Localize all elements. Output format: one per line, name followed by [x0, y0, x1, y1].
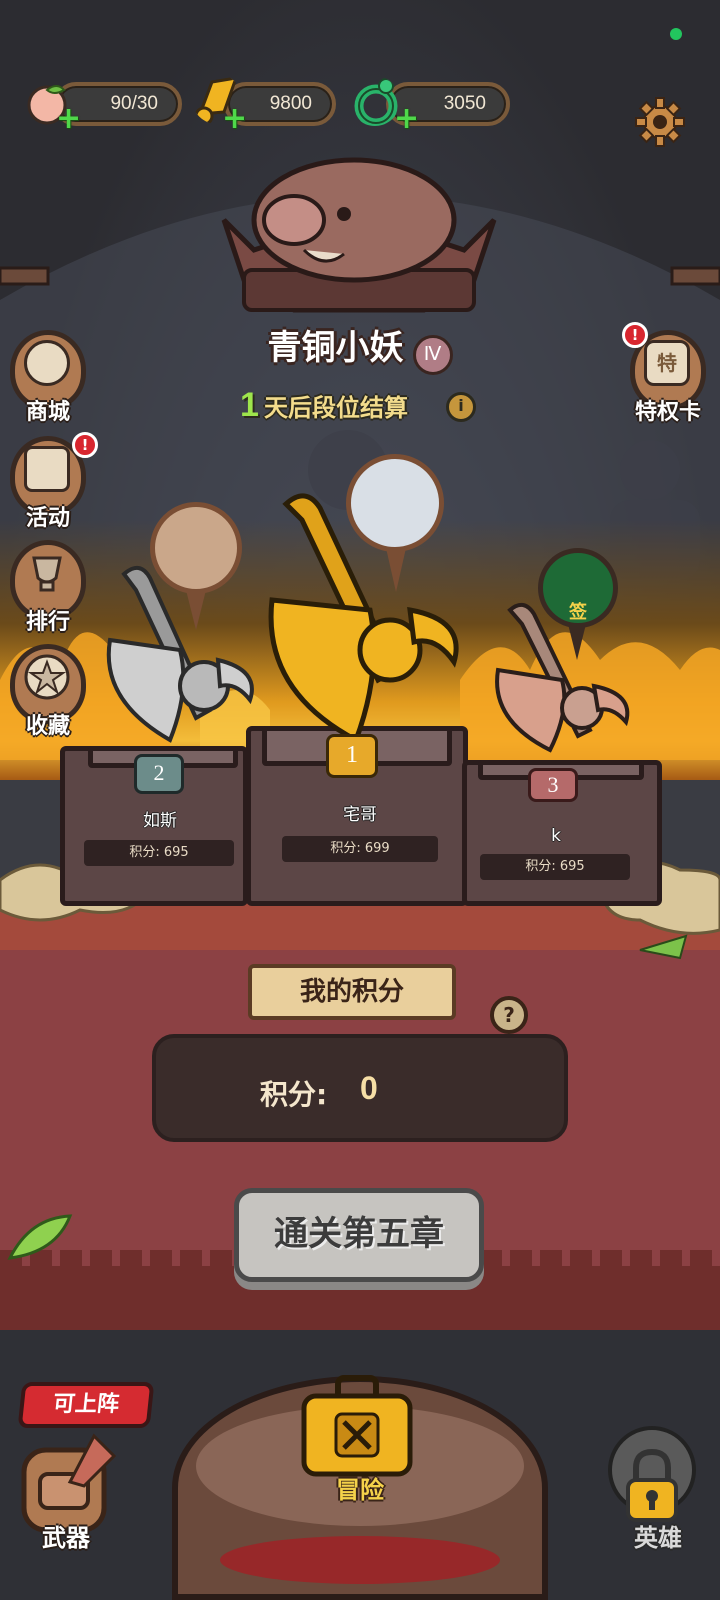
star-icon — [24, 654, 70, 700]
shop-icon — [24, 340, 70, 386]
add-stamina-button[interactable]: + — [56, 104, 81, 134]
player-3-name: k — [551, 826, 561, 846]
gold-value: 9800 — [269, 93, 312, 114]
drum-glow — [220, 1536, 500, 1584]
hero-label[interactable]: 英雄 — [616, 1518, 700, 1553]
my-score-banner: 我的积分 — [248, 964, 456, 1020]
privilege-card-alert-badge: ! — [622, 322, 648, 348]
boar-rank-emblem — [221, 157, 497, 313]
events-label: 活动 — [25, 506, 70, 531]
jade-dragon-icon — [354, 78, 398, 126]
rank-title: 青铜小妖 Ⅳ — [200, 320, 520, 375]
adventure-label[interactable]: 冒险 — [318, 1470, 402, 1505]
deployable-label: 可上阵 — [51, 1392, 121, 1417]
leaderboard-button[interactable]: 排行 — [6, 540, 90, 636]
player-2-score: 积分: 695 — [84, 840, 234, 866]
player-2-avatar[interactable] — [150, 502, 242, 594]
shop-button[interactable]: 商城 — [6, 330, 90, 426]
season-info-icon[interactable]: i — [446, 392, 476, 422]
my-score-value: 0 — [360, 1070, 378, 1106]
jade-value: 3050 — [443, 93, 486, 114]
deployable-badge: 可上阵 — [17, 1382, 155, 1428]
clear-chapter-button[interactable]: 通关第五章 — [234, 1188, 484, 1282]
player-2-name: 如斯 — [143, 811, 177, 831]
rank-2-badge: 2 — [134, 754, 184, 794]
collection-label: 收藏 — [25, 714, 70, 739]
stamina-value: 90/30 — [110, 93, 158, 114]
my-score-title: 我的积分 — [299, 977, 404, 1007]
player-3-pin — [568, 624, 586, 660]
player-1-avatar[interactable] — [346, 454, 444, 552]
collection-button[interactable]: 收藏 — [6, 644, 90, 740]
my-score-label: 积分: — [260, 1078, 328, 1111]
shop-label: 商城 — [25, 400, 70, 425]
player-1-pin — [386, 548, 406, 592]
leaderboard-label: 排行 — [25, 610, 70, 635]
privilege-card-label: 特权卡 — [634, 400, 701, 425]
events-alert-badge: ! — [72, 432, 98, 458]
add-jade-button[interactable]: + — [394, 104, 419, 134]
rank-3-badge: 3 — [528, 768, 578, 802]
privilege-card-icon: 特 — [644, 340, 690, 386]
status-indicator — [670, 28, 682, 40]
player-2-pin — [186, 590, 206, 630]
briefcase-icon[interactable] — [298, 1374, 416, 1478]
weapon-label[interactable]: 武器 — [24, 1518, 108, 1553]
player-3-avatar[interactable]: 签 — [538, 548, 618, 628]
privilege-card-button[interactable]: 特 特权卡 ! — [622, 322, 710, 426]
treasure-chest-icon — [24, 446, 70, 492]
rank-tier-badge: Ⅳ — [412, 334, 453, 375]
leaf-decoration — [7, 1214, 73, 1260]
countdown-days: 1 — [240, 386, 259, 424]
help-icon[interactable]: ? — [490, 996, 528, 1034]
player-1-score: 积分: 699 — [282, 836, 438, 862]
events-button[interactable]: 活动 ! — [6, 432, 98, 532]
rank-name: 青铜小妖 — [267, 328, 404, 368]
countdown-text: 天后段位结算 — [264, 394, 409, 422]
rank-1-badge: 1 — [326, 734, 378, 778]
player-1-name: 宅哥 — [343, 805, 377, 825]
player-3-score: 积分: 695 — [480, 854, 630, 880]
trophy-icon — [32, 556, 62, 592]
gear-icon[interactable] — [634, 96, 686, 148]
add-gold-button[interactable]: + — [222, 104, 247, 134]
clear-chapter-label: 通关第五章 — [274, 1214, 444, 1254]
